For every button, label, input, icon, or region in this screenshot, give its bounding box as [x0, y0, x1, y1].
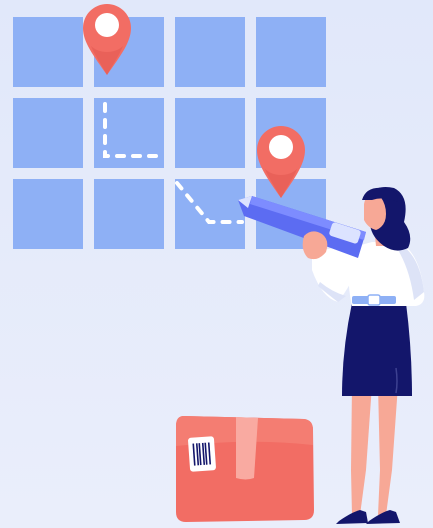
parcel-box	[176, 416, 314, 522]
map-tile	[175, 98, 245, 168]
map-tile	[175, 179, 245, 249]
skirt	[342, 303, 412, 396]
map-tile	[175, 17, 245, 87]
delivery-illustration	[0, 0, 433, 528]
map-tile	[256, 17, 326, 87]
barcode-label	[188, 436, 216, 472]
map-tile	[94, 179, 164, 249]
map-tile	[13, 17, 83, 87]
map-tile	[13, 98, 83, 168]
map-tile	[13, 179, 83, 249]
